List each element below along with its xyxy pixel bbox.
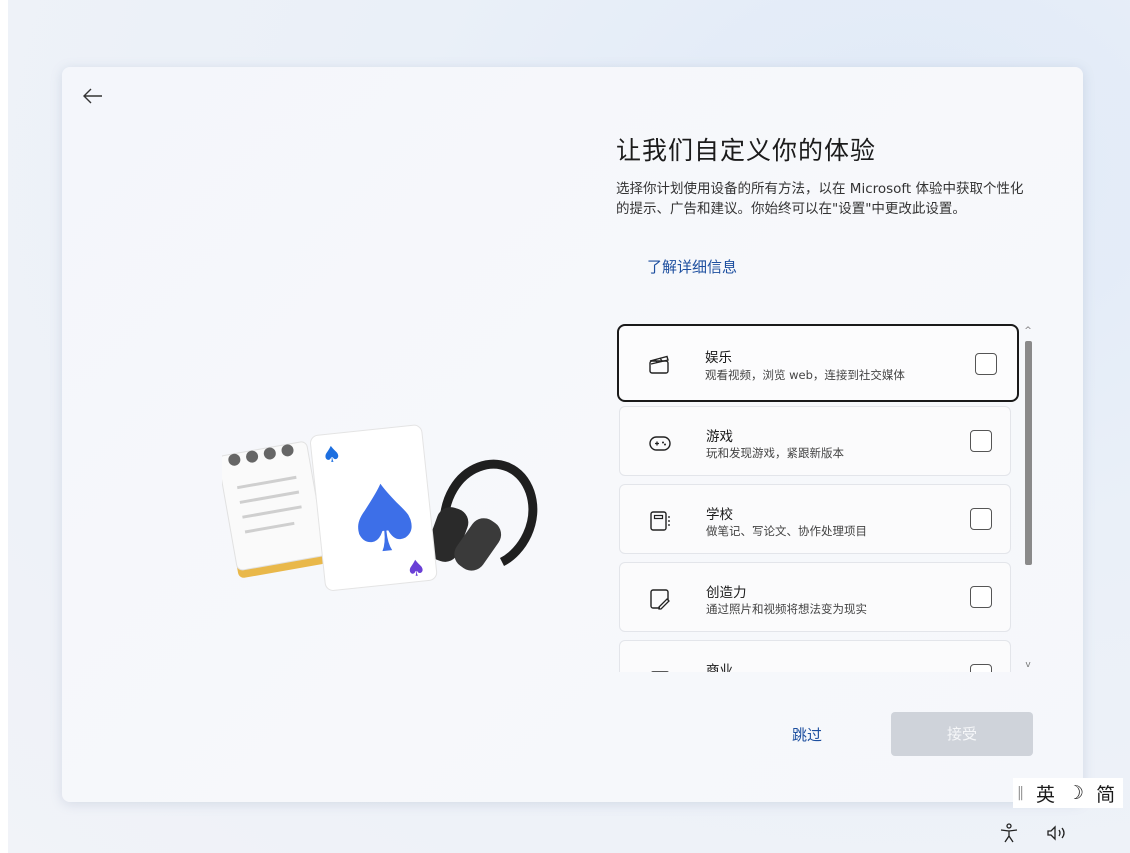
- scroll-up-icon[interactable]: ^: [1022, 325, 1034, 337]
- option-entertainment[interactable]: 娱乐 观看视频，浏览 web，连接到社交媒体: [617, 324, 1019, 402]
- option-business[interactable]: 商业: [619, 640, 1011, 672]
- volume-icon[interactable]: [1046, 824, 1070, 842]
- option-desc: 观看视频，浏览 web，连接到社交媒体: [705, 368, 905, 382]
- svg-text:♠: ♠: [321, 442, 343, 469]
- option-name: 创造力: [706, 585, 747, 601]
- ime-mode-toggle[interactable]: 英: [1036, 780, 1055, 807]
- option-gaming[interactable]: 游戏 玩和发现游戏，紧跟新版本: [619, 406, 1011, 476]
- option-desc: 做笔记、写论文、协作处理项目: [706, 524, 867, 538]
- notepad-icon: [222, 441, 327, 578]
- clapperboard-icon: [649, 355, 669, 374]
- window-edge: [0, 0, 8, 853]
- option-checkbox[interactable]: [970, 586, 992, 608]
- option-checkbox[interactable]: [970, 430, 992, 452]
- option-desc: 通过照片和视频将想法变为现实: [706, 602, 867, 616]
- page-title: 让我们自定义你的体验: [616, 136, 877, 165]
- option-school[interactable]: 学校 做笔记、写论文、协作处理项目: [619, 484, 1011, 554]
- option-name: 娱乐: [705, 350, 732, 366]
- setup-card: ♠ ♠ ♠ 让我们自定义你的体验 选择你计划使用设备的所有方法，以在 Micro…: [62, 67, 1083, 802]
- option-checkbox[interactable]: [970, 508, 992, 530]
- ime-script-toggle[interactable]: 简: [1096, 780, 1115, 807]
- skip-button[interactable]: 跳过: [792, 724, 822, 745]
- option-name: 学校: [706, 507, 733, 523]
- scroll-down-icon[interactable]: v: [1022, 659, 1034, 671]
- accept-button[interactable]: 接受: [891, 712, 1033, 756]
- back-arrow-icon[interactable]: [78, 81, 108, 111]
- option-creativity[interactable]: 创造力 通过照片和视频将想法变为现实: [619, 562, 1011, 632]
- options-scrollbar[interactable]: ^ v: [1020, 325, 1037, 671]
- svg-text:♠: ♠: [405, 556, 427, 583]
- learn-more-link[interactable]: 了解详细信息: [647, 256, 737, 277]
- briefcase-icon: [651, 671, 669, 672]
- headphones-icon: [427, 459, 538, 571]
- option-checkbox[interactable]: [970, 664, 992, 672]
- ime-toolbar[interactable]: ‖ 英 ☽ 简: [1013, 778, 1124, 808]
- playing-card-icon: ♠ ♠ ♠: [310, 424, 438, 591]
- ime-grip-icon[interactable]: ‖: [1017, 785, 1024, 801]
- usage-options-list: 娱乐 观看视频，浏览 web，连接到社交媒体 游戏 玩和发现游戏，紧跟新版本 学…: [617, 324, 1037, 672]
- entertainment-illustration: ♠ ♠ ♠: [222, 424, 538, 591]
- gamepad-icon: [649, 436, 671, 451]
- scroll-thumb[interactable]: [1025, 341, 1032, 565]
- draw-icon: [650, 589, 670, 610]
- notebook-icon: [650, 511, 670, 531]
- ime-moon-icon[interactable]: ☽: [1067, 782, 1084, 804]
- option-name: 商业: [706, 663, 733, 672]
- option-checkbox[interactable]: [975, 353, 997, 375]
- accessibility-icon[interactable]: [998, 822, 1020, 844]
- option-desc: 玩和发现游戏，紧跟新版本: [706, 446, 844, 460]
- page-description: 选择你计划使用设备的所有方法，以在 Microsoft 体验中获取个性化的提示、…: [616, 181, 1024, 217]
- option-name: 游戏: [706, 429, 733, 445]
